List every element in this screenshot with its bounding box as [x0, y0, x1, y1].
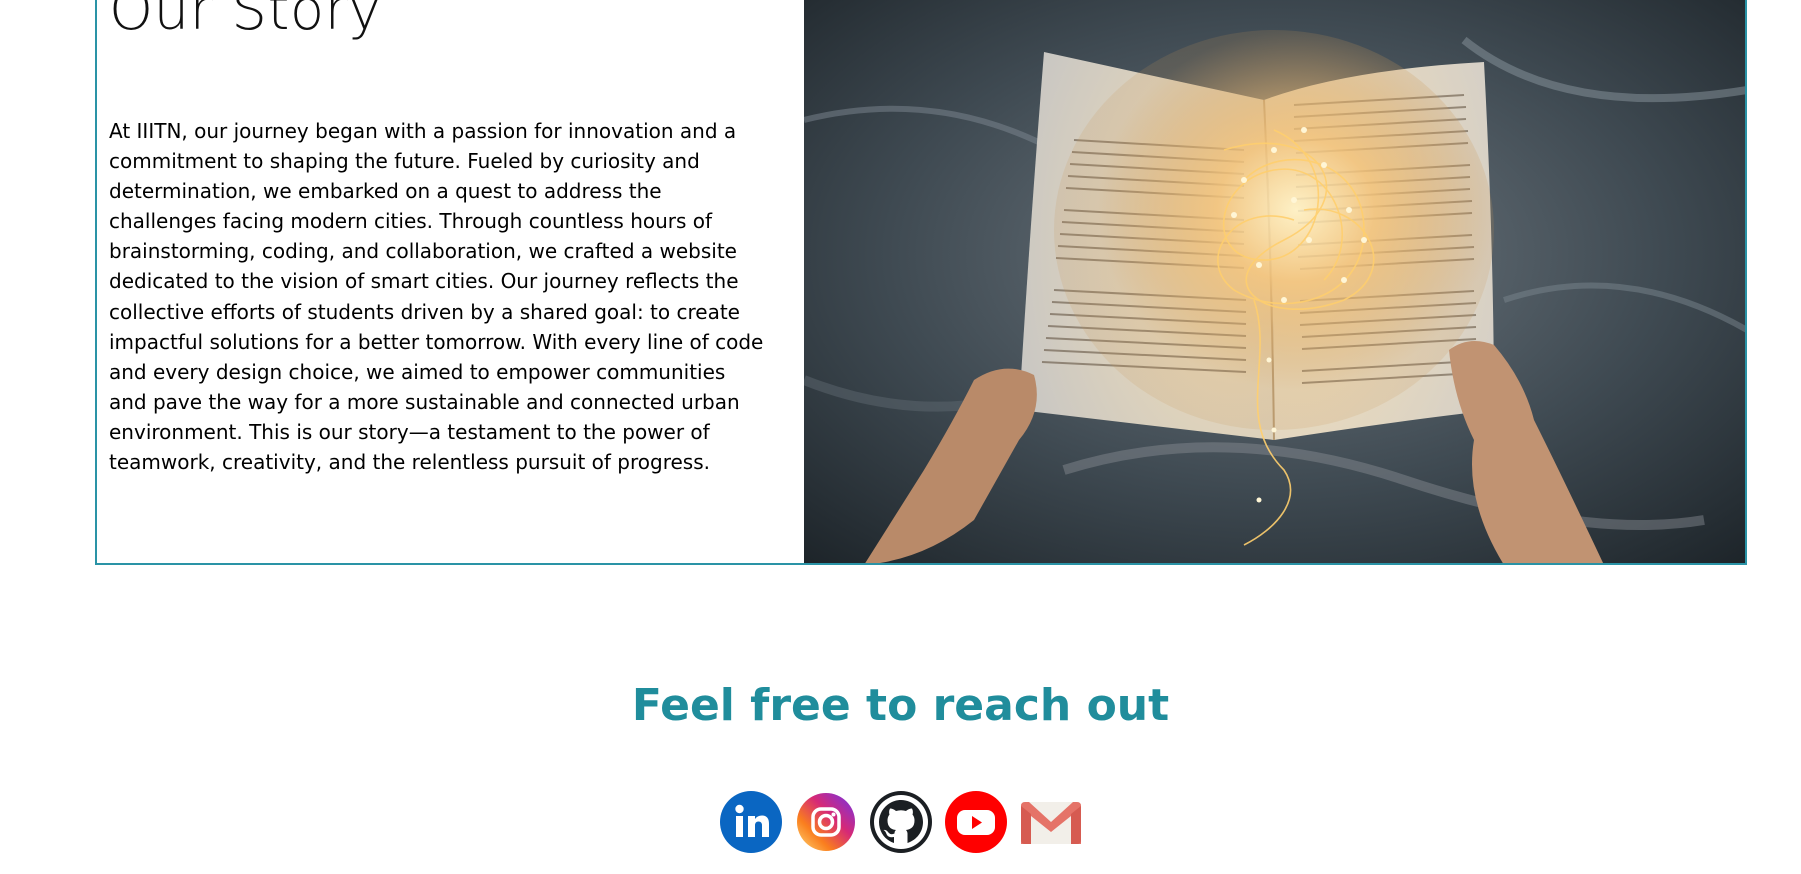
- gmail-link[interactable]: [1019, 790, 1083, 854]
- linkedin-link[interactable]: [719, 790, 783, 854]
- social-links: [0, 790, 1801, 854]
- instagram-link[interactable]: [794, 790, 858, 854]
- linkedin-icon: [719, 791, 782, 853]
- youtube-icon: [944, 791, 1007, 853]
- gmail-icon: [1020, 802, 1081, 844]
- reach-out-heading: Feel free to reach out: [631, 680, 1170, 731]
- our-story-card: Our Story At IIITN, our journey began wi…: [95, 0, 1747, 565]
- instagram-icon: [796, 793, 855, 851]
- book-with-lights-image: [804, 0, 1745, 563]
- story-text-column: Our Story At IIITN, our journey began wi…: [97, 0, 803, 563]
- github-icon: [869, 791, 932, 853]
- story-paragraph: At IIITN, our journey began with a passi…: [109, 119, 764, 475]
- story-title: Our Story: [109, 0, 382, 43]
- github-link[interactable]: [869, 790, 933, 854]
- youtube-link[interactable]: [944, 790, 1008, 854]
